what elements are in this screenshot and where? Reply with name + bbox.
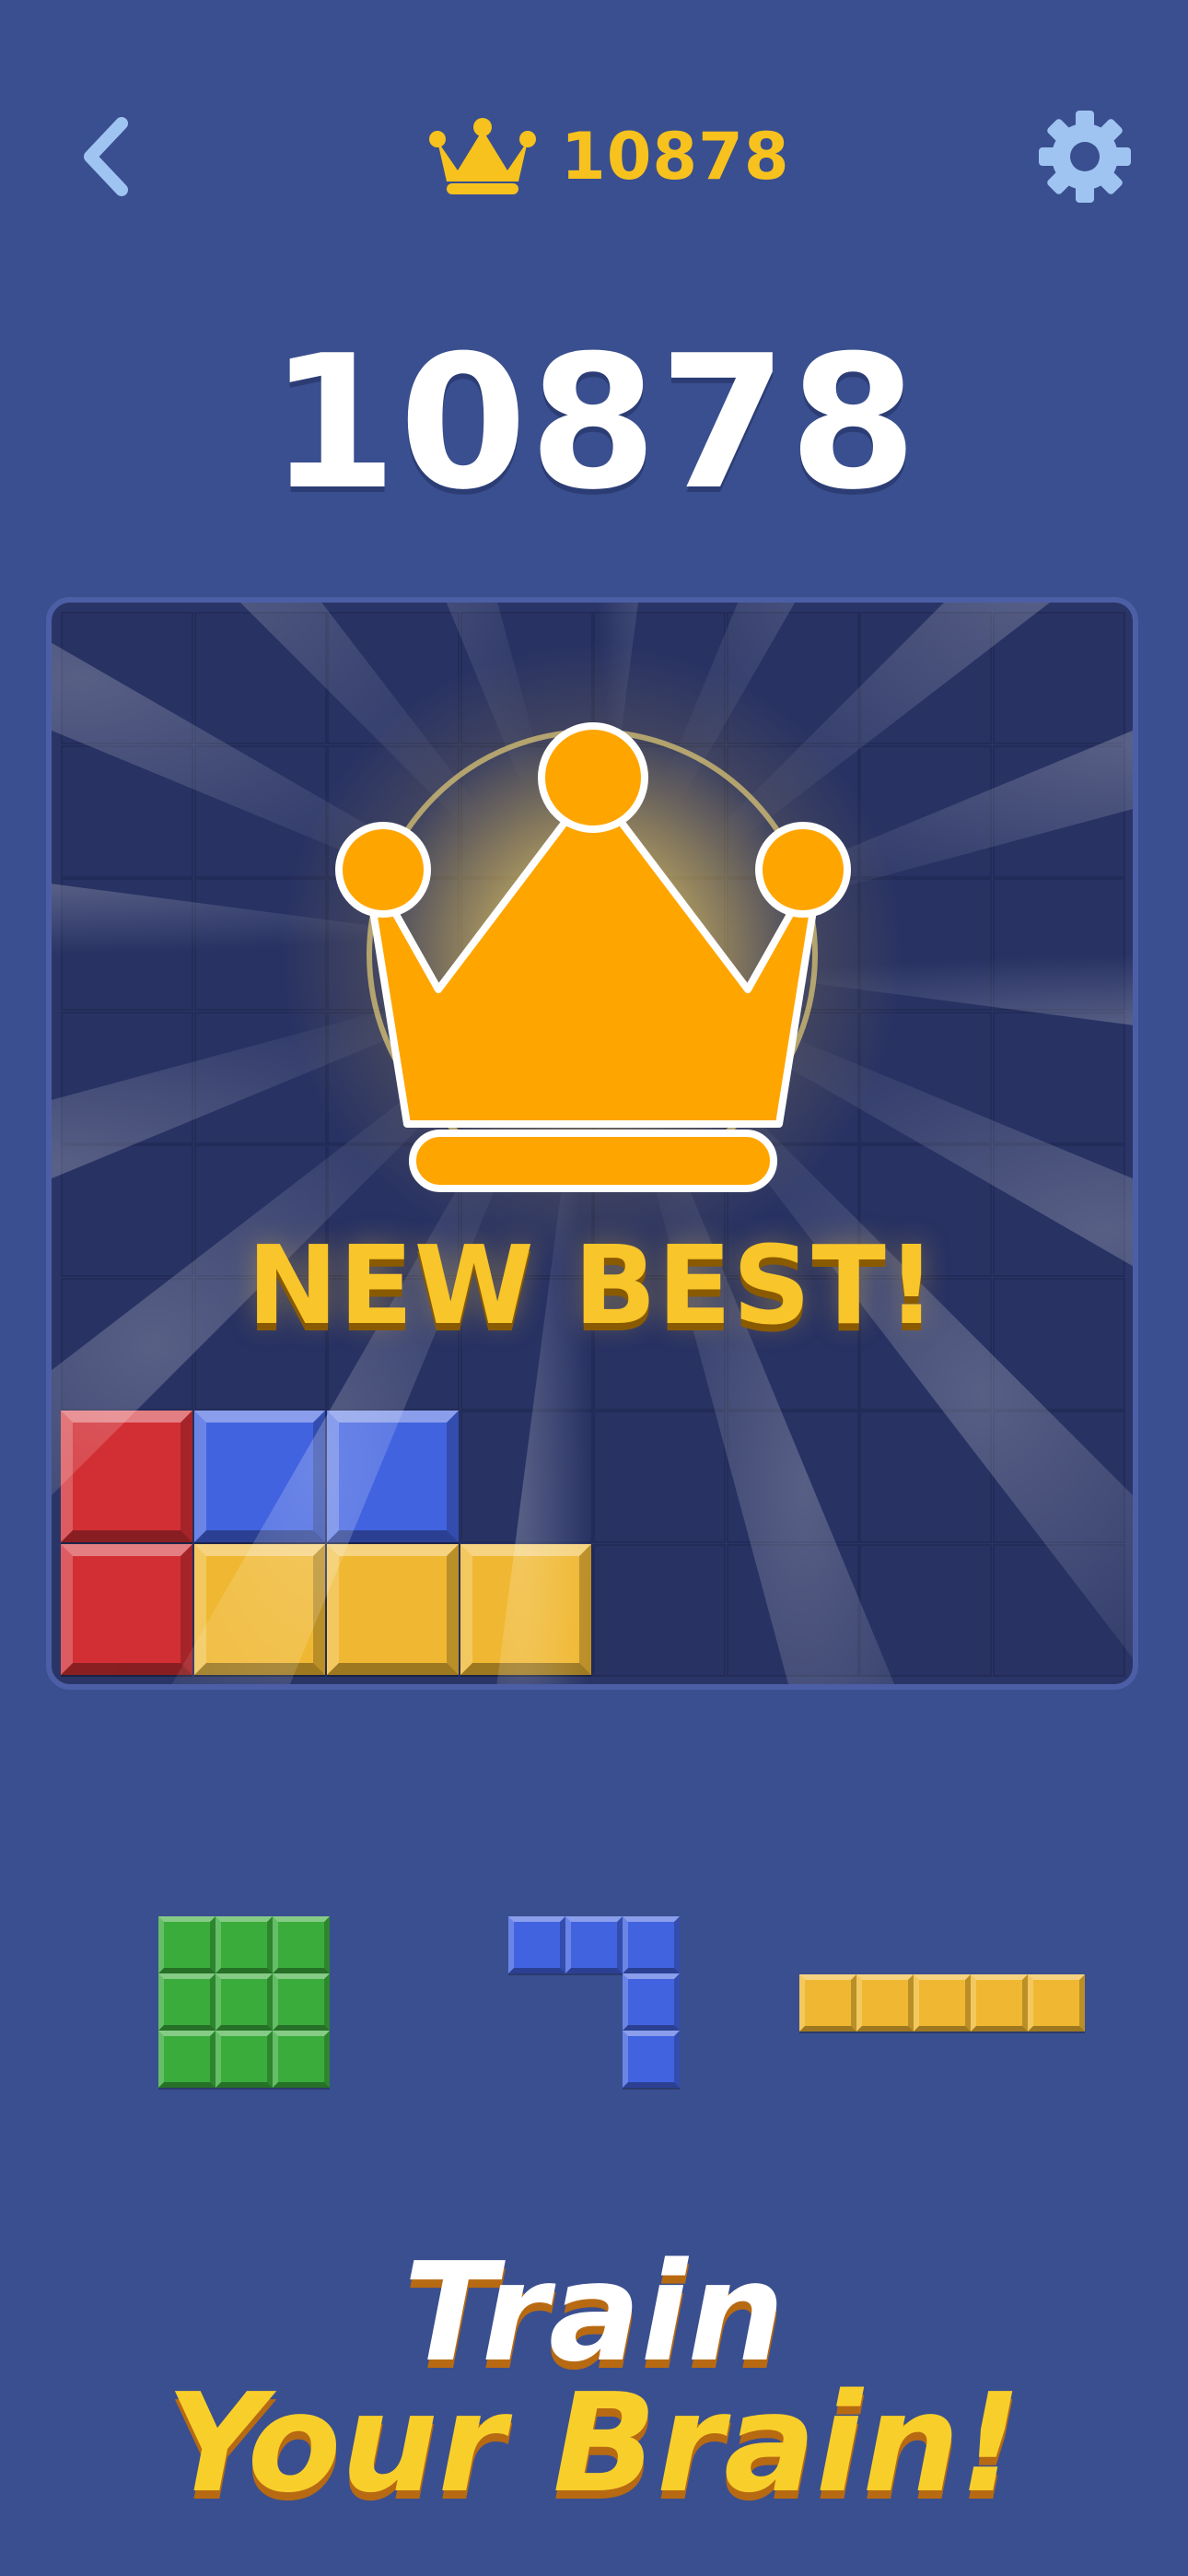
board-cell[interactable] [460, 1411, 593, 1543]
board-cell[interactable] [593, 744, 726, 878]
settings-button[interactable] [1033, 105, 1136, 208]
board-cell[interactable] [726, 1011, 859, 1144]
board-cell[interactable] [460, 612, 593, 744]
game-board[interactable]: NEW BEST! [46, 597, 1138, 1690]
crown-icon [429, 118, 536, 194]
board-cell[interactable] [859, 878, 992, 1011]
placed-block-yellow [460, 1543, 591, 1675]
board-cell[interactable] [726, 878, 859, 1011]
board-cell[interactable] [193, 1011, 327, 1144]
piece-block-blue [565, 1916, 623, 1973]
top-bar: 10878 [0, 92, 1188, 221]
board-cell[interactable] [593, 878, 726, 1011]
piece-block-blue [623, 2031, 680, 2088]
board-cell[interactable] [193, 744, 327, 878]
piece-block-green [158, 2031, 215, 2088]
piece-block-green [273, 2031, 330, 2088]
best-score-display: 10878 [428, 112, 790, 201]
best-score-value: 10878 [561, 119, 790, 194]
board-cell[interactable] [61, 612, 193, 744]
board-cell[interactable] [726, 1543, 859, 1677]
board-cell[interactable] [859, 744, 992, 878]
piece-block-green [215, 1916, 273, 1973]
board-cell[interactable] [992, 744, 1125, 878]
piece-block-green [158, 1973, 215, 2031]
current-score: 10878 [269, 316, 919, 531]
board-cell[interactable] [593, 1543, 726, 1677]
slogan-line-2: Your Brain! [166, 2364, 1022, 2523]
placed-block-blue [327, 1411, 459, 1542]
board-grid [61, 612, 1125, 1677]
piece-block-green [273, 1916, 330, 1973]
board-cell[interactable] [992, 878, 1125, 1011]
board-cell[interactable] [593, 612, 726, 744]
board-cell[interactable] [327, 1011, 460, 1144]
piece-block-green [158, 1916, 215, 1973]
piece-block-blue [508, 1916, 565, 1973]
board-cell[interactable] [726, 744, 859, 878]
placed-block-yellow [193, 1543, 325, 1675]
chevron-left-icon [84, 117, 128, 196]
piece-block-green [215, 1973, 273, 2031]
piece-block-yellow [799, 1974, 856, 2032]
gear-icon [1039, 111, 1131, 203]
piece-block-blue [623, 1973, 680, 2031]
board-cell[interactable] [327, 878, 460, 1011]
piece-block-green [215, 2031, 273, 2088]
board-cell[interactable] [859, 1411, 992, 1543]
placed-block-red [61, 1543, 192, 1675]
board-cell[interactable] [460, 878, 593, 1011]
board-cell[interactable] [992, 1411, 1125, 1543]
board-cell[interactable] [460, 1011, 593, 1144]
back-button[interactable] [64, 111, 157, 203]
board-cell[interactable] [61, 1011, 193, 1144]
board-cell[interactable] [61, 878, 193, 1011]
piece-block-yellow [1028, 1974, 1085, 2032]
board-cell[interactable] [460, 744, 593, 878]
board-cell[interactable] [859, 1543, 992, 1677]
piece-block-yellow [914, 1974, 971, 2032]
board-cell[interactable] [327, 612, 460, 744]
board-cell[interactable] [193, 878, 327, 1011]
new-best-banner: NEW BEST! [247, 1222, 938, 1349]
board-cell[interactable] [327, 744, 460, 878]
board-cell[interactable] [193, 612, 327, 744]
piece-block-yellow [971, 1974, 1028, 2032]
piece-block-blue [623, 1916, 680, 1973]
board-cell[interactable] [992, 1543, 1125, 1677]
board-cell[interactable] [726, 1411, 859, 1543]
piece-block-yellow [856, 1974, 914, 2032]
board-cell[interactable] [992, 612, 1125, 744]
board-cell[interactable] [593, 1011, 726, 1144]
board-cell[interactable] [992, 1011, 1125, 1144]
piece-block-green [273, 1973, 330, 2031]
board-cell[interactable] [593, 1411, 726, 1543]
placed-block-yellow [327, 1543, 459, 1675]
piece-tray [0, 1916, 1188, 2156]
placed-block-blue [193, 1411, 325, 1542]
board-cell[interactable] [859, 1011, 992, 1144]
placed-block-red [61, 1411, 192, 1542]
board-cell[interactable] [61, 744, 193, 878]
board-cell[interactable] [859, 612, 992, 744]
board-cell[interactable] [726, 612, 859, 744]
